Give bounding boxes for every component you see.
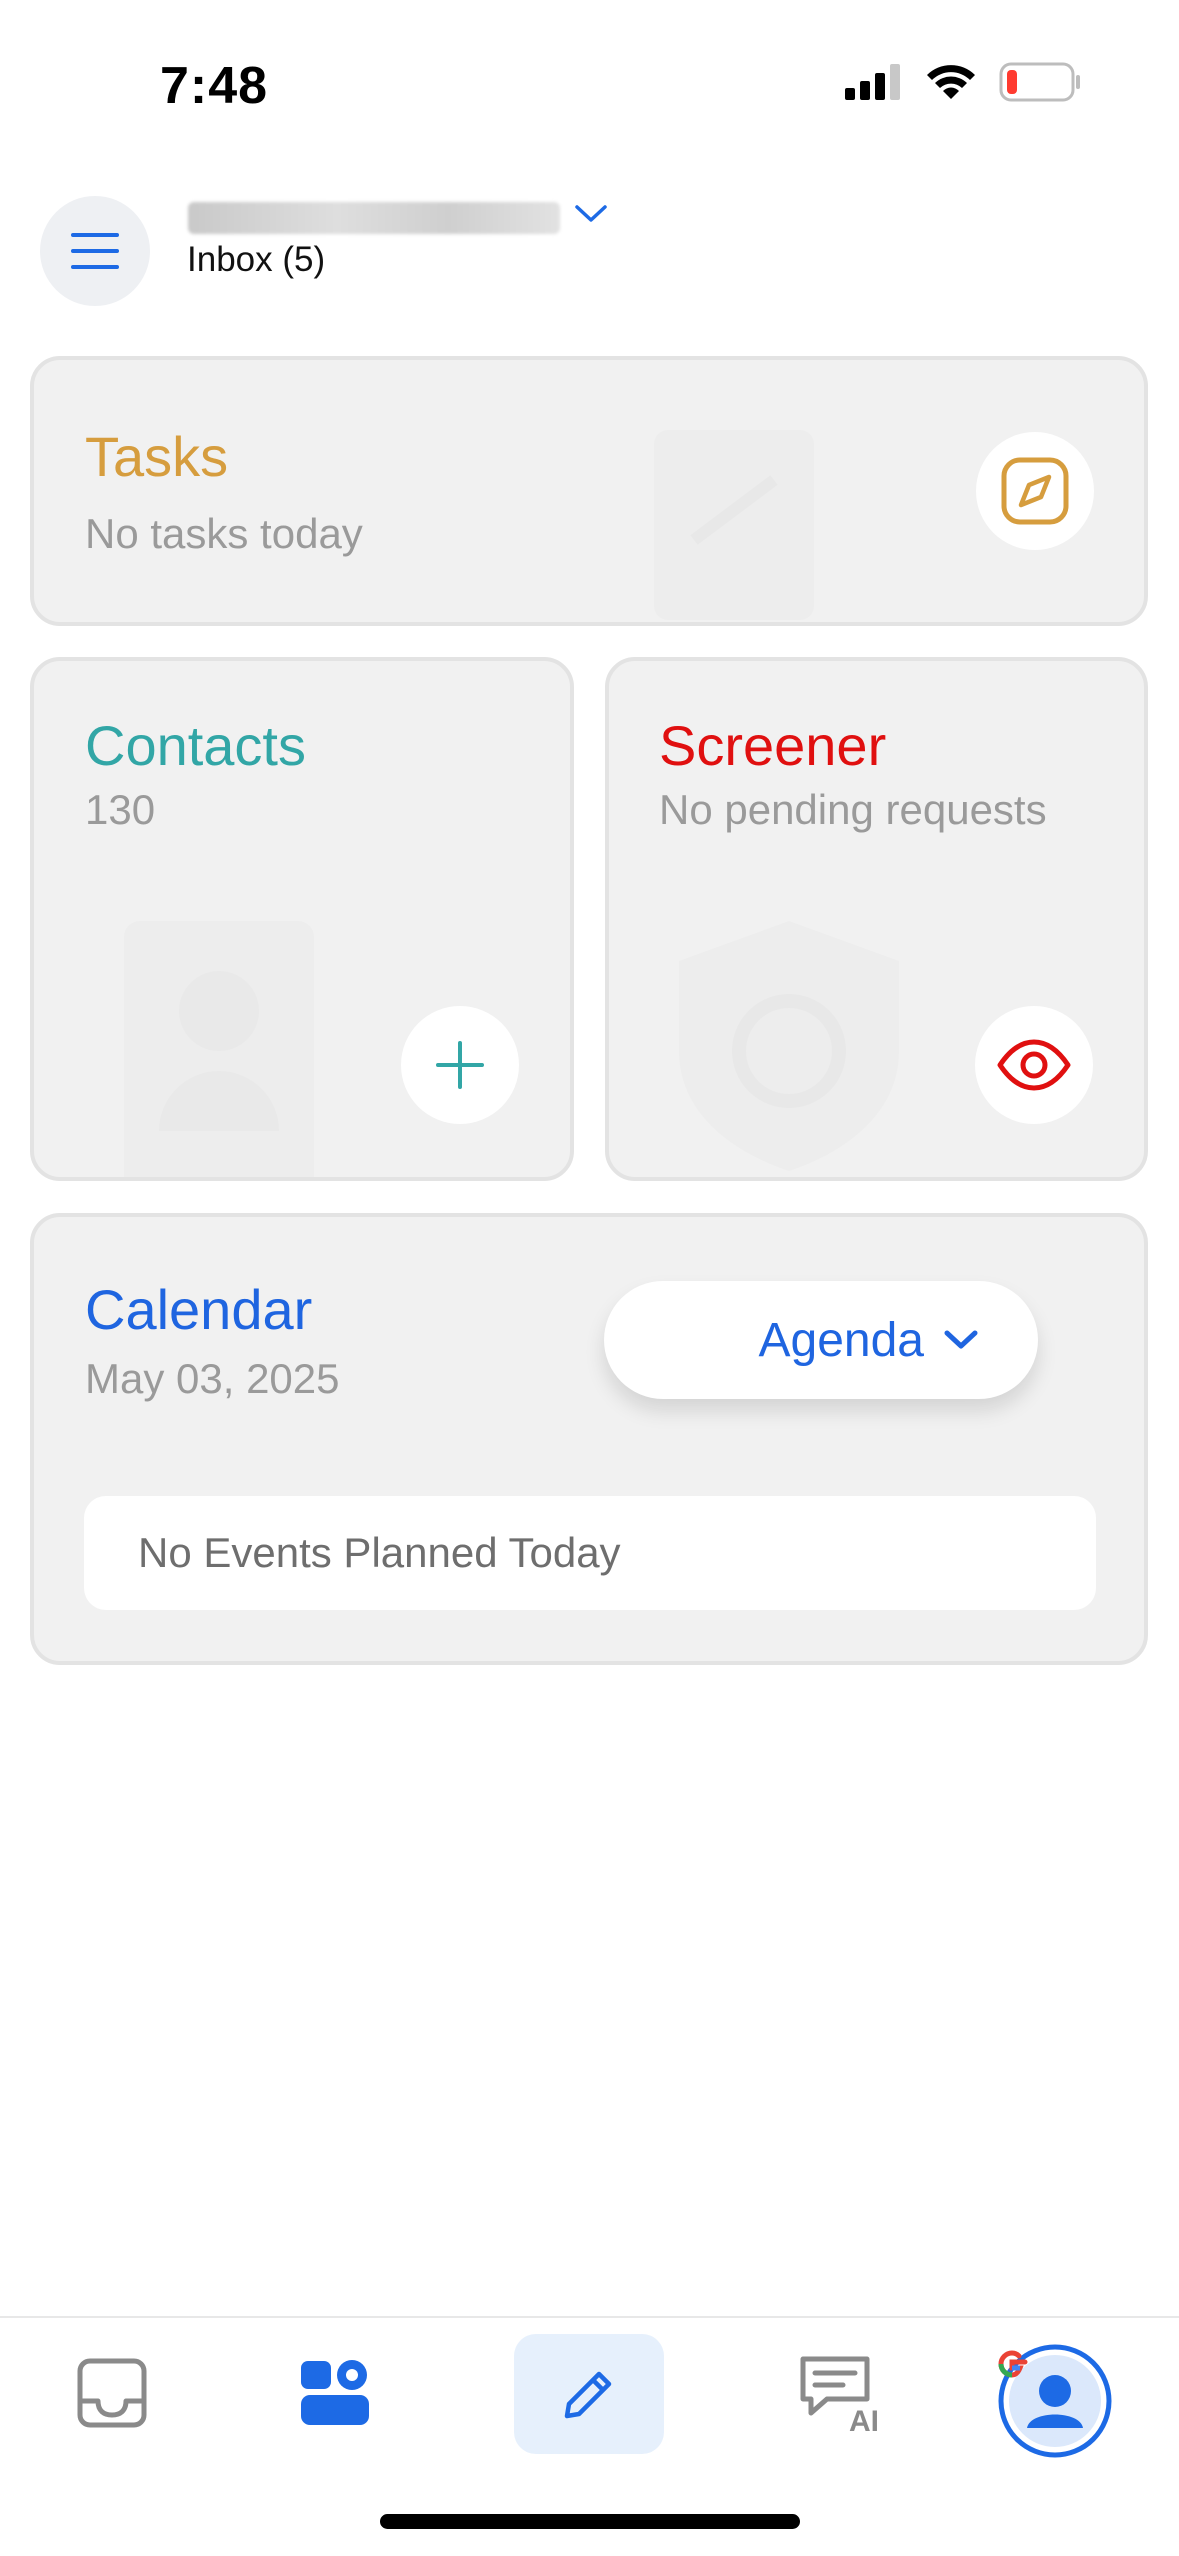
battery-icon (999, 62, 1080, 102)
agenda-label: Agenda (758, 1313, 925, 1367)
inbox-label[interactable]: Inbox (5) (187, 240, 325, 280)
tasks-title: Tasks (85, 425, 229, 488)
menu-button[interactable] (40, 196, 150, 306)
tasks-background-icon (654, 430, 814, 620)
ai-label: AI (849, 2405, 879, 2433)
tasks-button[interactable] (976, 432, 1094, 550)
contacts-title: Contacts (85, 714, 306, 777)
google-badge-icon (998, 2350, 1028, 2378)
calendar-date: May 03, 2025 (85, 1355, 340, 1402)
contacts-count: 130 (85, 786, 156, 833)
calendar-title: Calendar (85, 1278, 313, 1341)
tasks-subtitle: No tasks today (85, 510, 363, 557)
screener-view-button[interactable] (975, 1006, 1093, 1124)
agenda-view-dropdown[interactable]: Agenda (604, 1281, 1038, 1399)
hamburger-menu-icon (71, 233, 119, 269)
tasks-card[interactable]: Tasks No tasks today (30, 356, 1148, 626)
tab-ai[interactable]: AI (790, 2338, 900, 2448)
add-contact-button[interactable] (401, 1006, 519, 1124)
home-indicator (380, 2514, 800, 2529)
wifi-icon (927, 65, 975, 99)
status-time: 7:48 (160, 57, 269, 115)
inbox-tray-icon (77, 2358, 147, 2428)
compass-icon (1001, 457, 1069, 525)
tab-compose[interactable] (514, 2334, 664, 2454)
events-empty-message: No Events Planned Today (138, 1529, 621, 1576)
pencil-icon (564, 2371, 612, 2419)
status-icons (845, 62, 1081, 102)
screener-card[interactable]: Screener No pending requests (605, 657, 1148, 1181)
cellular-signal-icon (845, 64, 900, 100)
events-empty-state: No Events Planned Today (84, 1496, 1096, 1610)
eye-icon (997, 1039, 1071, 1091)
screener-subtitle: No pending requests (659, 786, 1047, 833)
plus-icon (436, 1041, 484, 1089)
tab-dashboard[interactable] (283, 2338, 387, 2448)
screener-background-icon (679, 921, 899, 1171)
account-email-redacted[interactable] (188, 202, 560, 234)
chevron-down-icon (944, 1330, 978, 1349)
dashboard-widgets-icon (301, 2360, 369, 2425)
screener-title: Screener (659, 714, 887, 777)
calendar-card[interactable]: Calendar May 03, 2025 Agenda No Events P… (30, 1213, 1148, 1665)
chevron-down-icon[interactable] (574, 203, 608, 225)
ai-chat-icon: AI (800, 2356, 879, 2433)
status-bar: 7:48 (0, 0, 1179, 175)
contacts-card[interactable]: Contacts 130 (30, 657, 574, 1181)
contacts-background-icon (124, 921, 314, 1177)
tab-profile[interactable] (990, 2336, 1120, 2466)
tab-inbox[interactable] (60, 2338, 164, 2448)
